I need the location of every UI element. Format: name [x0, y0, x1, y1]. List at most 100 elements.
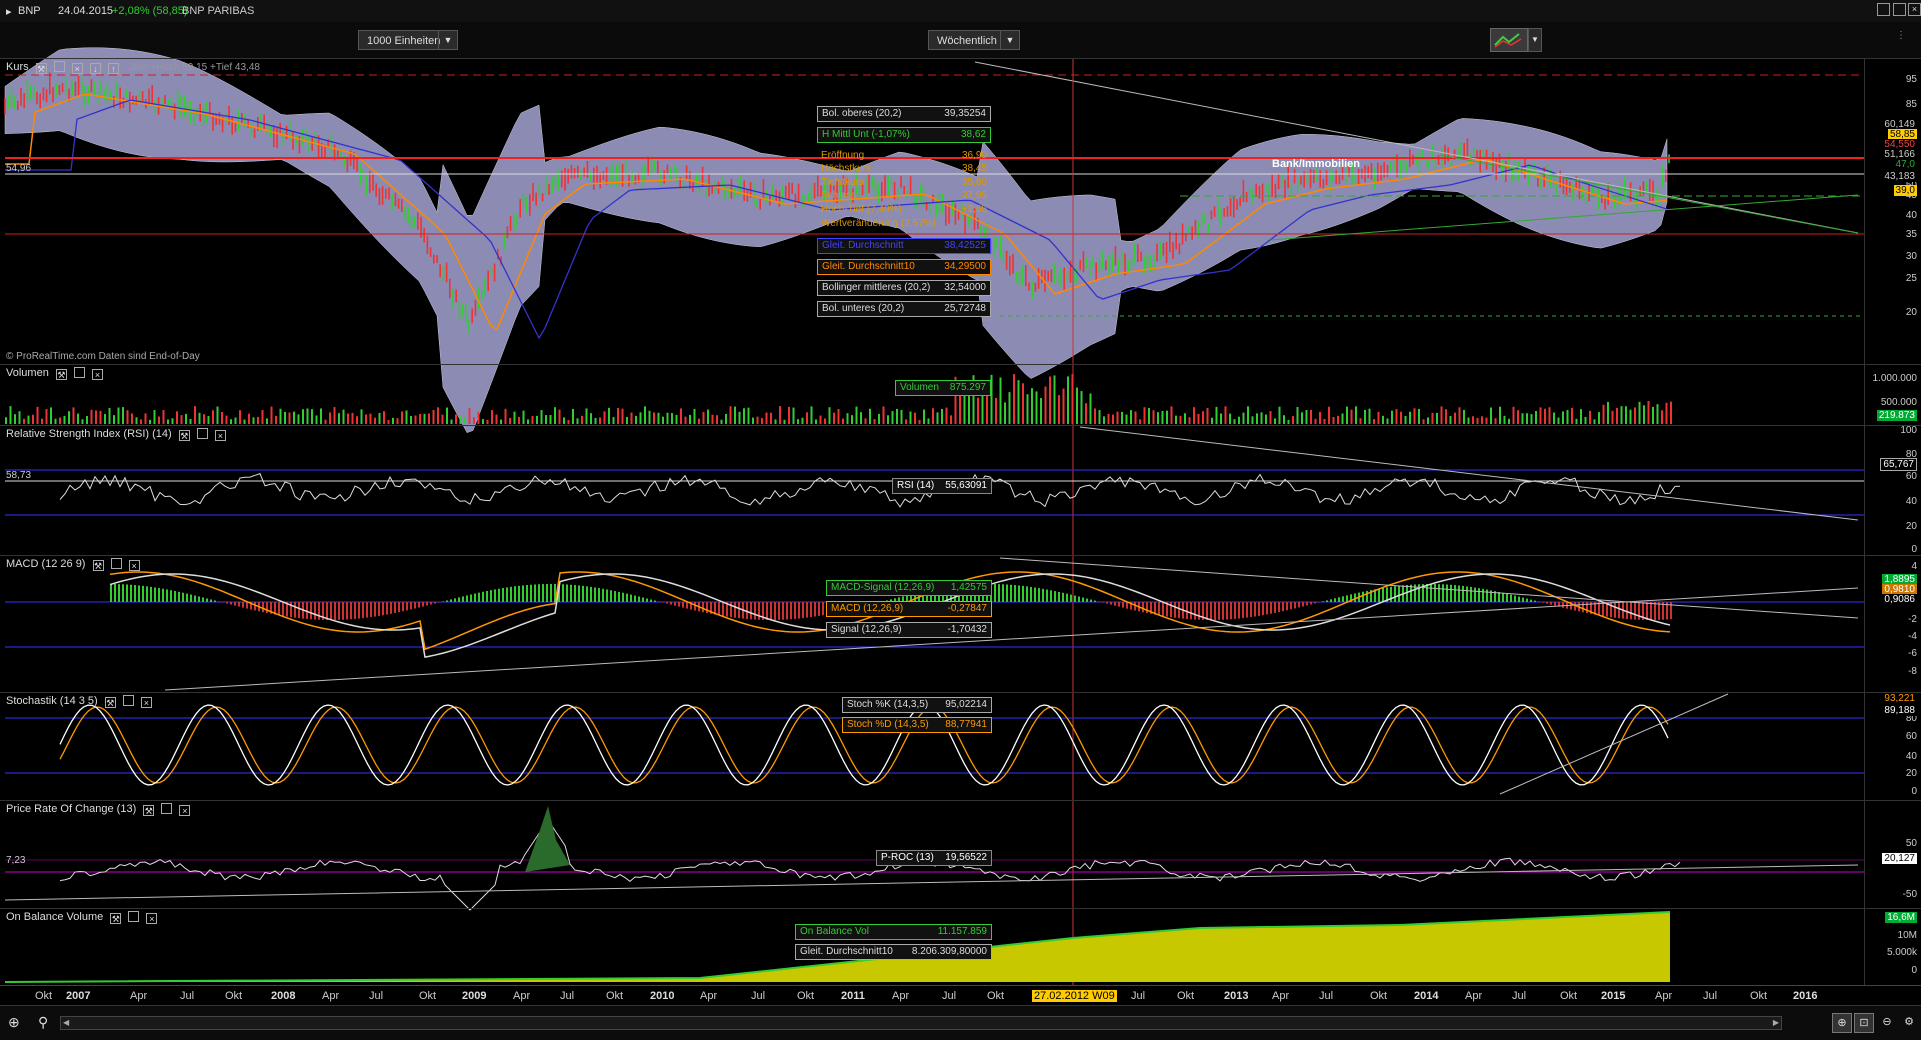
time-tick-label: Apr: [1655, 990, 1672, 1002]
wrench-icon[interactable]: ⚒: [93, 560, 104, 571]
legend-value: 1,42575: [951, 581, 987, 595]
rsi-left-label: 58,73: [6, 470, 31, 481]
crosshair-icon[interactable]: ⊕: [8, 1014, 24, 1030]
legend-value: 8.206.309,80000: [912, 945, 987, 959]
tick-label: -8: [1908, 666, 1917, 677]
time-tick-label: Okt: [1177, 990, 1194, 1002]
window-icon[interactable]: [111, 558, 122, 569]
stoch-value-tag: 89,188: [1882, 705, 1917, 716]
wrench-icon[interactable]: ⚒: [105, 697, 116, 708]
stoch-title: Stochastik (14 3 5): [6, 695, 98, 707]
zoom-out-icon[interactable]: ⊖: [1878, 1013, 1896, 1031]
legend-value: 38,45: [962, 162, 987, 176]
time-scrollbar[interactable]: ◀ ▶: [60, 1016, 1782, 1030]
time-tick-label: Apr: [1272, 990, 1289, 1002]
price-legend-item: Wertveränderung (2,57%): [817, 217, 991, 233]
price-value-tag: 47,0: [1894, 159, 1917, 170]
legend-label: Tiefstkurs: [821, 177, 864, 188]
scroll-right-icon[interactable]: ▶: [1773, 1018, 1779, 1027]
tick-label: 500.000: [1881, 397, 1917, 408]
close-icon[interactable]: ×: [215, 430, 226, 441]
window-icon[interactable]: [54, 61, 65, 72]
proc-panel-title: Price Rate Of Change (13) ⚒ ×: [6, 803, 190, 816]
close-icon[interactable]: ×: [129, 560, 140, 571]
tick-label: 20: [1906, 768, 1917, 779]
close-icon[interactable]: ×: [72, 63, 83, 74]
legend-value: 32,54000: [944, 281, 986, 295]
wrench-icon[interactable]: ⚒: [179, 430, 190, 441]
macd-panel-title: MACD (12 26 9) ⚒ ×: [6, 558, 140, 571]
settings-icon[interactable]: ⚙: [1900, 1013, 1918, 1031]
volume-title: Volumen: [6, 367, 49, 379]
time-tick-label: Jul: [180, 990, 194, 1002]
arrow-up-icon[interactable]: ↑: [108, 63, 119, 74]
stoch-value-tag: 93,221: [1882, 693, 1917, 704]
legend-value: 38,62: [961, 128, 986, 142]
legend-label: MACD-Signal (12,26,9): [831, 582, 934, 593]
window-icon[interactable]: [74, 367, 85, 378]
scroll-left-icon[interactable]: ◀: [63, 1018, 69, 1027]
wrench-icon[interactable]: ⚒: [36, 63, 47, 74]
close-icon[interactable]: ×: [146, 913, 157, 924]
window-icon[interactable]: [197, 428, 208, 439]
zoom-in-icon[interactable]: ⊕: [1832, 1013, 1852, 1033]
time-tick-label: Okt: [987, 990, 1004, 1002]
time-tick-label: Jul: [1512, 990, 1526, 1002]
time-tick-label: Okt: [1560, 990, 1577, 1002]
tick-label: 60: [1906, 471, 1917, 482]
time-tick-label: 2014: [1414, 990, 1438, 1002]
price-value-tag: 39,0: [1894, 185, 1917, 196]
rsi-title: Relative Strength Index (RSI) (14): [6, 428, 172, 440]
legend-value: 35,80: [962, 176, 987, 190]
wrench-icon[interactable]: ⚒: [56, 369, 67, 380]
time-tick-label: Jul: [751, 990, 765, 1002]
tick-label: -4: [1908, 631, 1917, 642]
tick-label: 0: [1911, 786, 1917, 797]
legend-label: Bol. oberes (20,2): [822, 108, 902, 119]
tick-label: 95: [1906, 74, 1917, 85]
price-panel: Kurs ⚒ × ↓ ↑ Jahr:+Hoch 59,15 +Tief 43,4…: [0, 58, 1921, 364]
obv-legend-item: Gleit. Durchschnitt108.206.309,80000: [795, 944, 992, 960]
time-tick-label: Jul: [942, 990, 956, 1002]
legend-label: Stoch %D (14,3,5): [847, 719, 929, 730]
wrench-icon[interactable]: ⚒: [110, 913, 121, 924]
zoom-fit-icon[interactable]: ⊡: [1854, 1013, 1874, 1033]
proc-left-label: 7,23: [6, 855, 25, 866]
wrench-icon[interactable]: ⚒: [143, 805, 154, 816]
legend-value: 34,29500: [944, 260, 986, 274]
close-icon[interactable]: ×: [141, 697, 152, 708]
time-tick-label: Okt: [35, 990, 52, 1002]
window-icon[interactable]: [161, 803, 172, 814]
price-legend-item: Bol. oberes (20,2)39,35254: [817, 106, 991, 122]
legend-label: Bollinger mittleres (20,2): [822, 282, 930, 293]
arrow-down-icon[interactable]: ↓: [90, 63, 101, 74]
price-legend-item: Gleit. Durchschnitt38,42525: [817, 238, 991, 254]
time-tick-label: Okt: [1370, 990, 1387, 1002]
zoom-icon[interactable]: ⚲: [38, 1014, 54, 1030]
tick-label: -2: [1908, 614, 1917, 625]
rsi-legend: RSI (14) 55,63091: [892, 478, 992, 494]
chart-annotation[interactable]: Bank/Immobilien: [1272, 158, 1360, 170]
price-legend-item: H Mittl Unt (-1,07%)38,62: [817, 127, 991, 143]
macd-value-tag: 0,9086: [1882, 594, 1917, 605]
obv-title: On Balance Volume: [6, 911, 103, 923]
proc-panel: Price Rate Of Change (13) ⚒ × 7,23 P-ROC…: [0, 800, 1921, 908]
tick-label: 40: [1906, 496, 1917, 507]
price-legend-item: Bollinger mittleres (20,2) 32,54000: [817, 280, 991, 296]
legend-label: On Balance Vol: [800, 926, 869, 937]
legend-label: Schluss: [821, 190, 856, 201]
window-icon[interactable]: [123, 695, 134, 706]
proc-legend: P-ROC (13) 19,56522: [876, 850, 992, 866]
price-value-tag: 43,183: [1882, 171, 1917, 182]
close-icon[interactable]: ×: [179, 805, 190, 816]
tick-label: 60: [1906, 731, 1917, 742]
tick-label: -50: [1903, 889, 1917, 900]
legend-value: 25,72748: [944, 302, 986, 316]
legend-label: P-ROC (13): [881, 852, 934, 863]
window-icon[interactable]: [128, 911, 139, 922]
rsi-panel: Relative Strength Index (RSI) (14) ⚒ × 5…: [0, 425, 1921, 555]
time-tick-label: Jul: [1319, 990, 1333, 1002]
macd-legend-item: MACD-Signal (12,26,9) 1,42575: [826, 580, 992, 596]
close-icon[interactable]: ×: [92, 369, 103, 380]
legend-value: 37,95: [962, 189, 987, 203]
